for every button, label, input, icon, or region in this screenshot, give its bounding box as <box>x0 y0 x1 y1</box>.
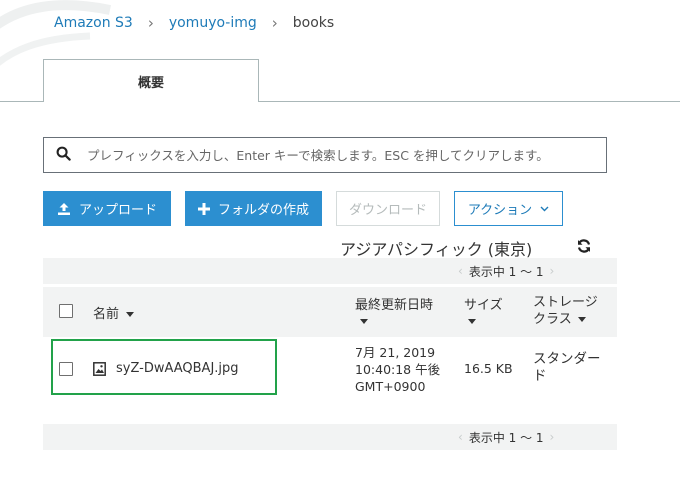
file-name-link[interactable]: syZ-DwAAQBAJ.jpg <box>116 361 239 376</box>
column-name-header[interactable]: 名前 <box>93 303 135 322</box>
breadcrumb-bucket[interactable]: yomuyo-img <box>169 15 257 31</box>
actions-label: アクション <box>467 203 533 218</box>
pager-prev-button[interactable]: ‹ <box>458 430 463 444</box>
size-cell: 16.5 KB <box>464 361 513 376</box>
pager-prev-button[interactable]: ‹ <box>458 264 463 278</box>
tab-overview[interactable]: 概要 <box>43 59 259 102</box>
image-file-icon <box>93 361 106 376</box>
breadcrumb-current-folder: books <box>292 15 335 31</box>
pager-bottom: ‹ 表示中 1 ～ 1 › <box>43 424 617 450</box>
breadcrumb: Amazon S3 › yomuyo-img › books <box>54 14 334 32</box>
search-icon <box>56 146 71 165</box>
sort-caret-icon <box>360 319 368 324</box>
table-row: syZ-DwAAQBAJ.jpg 7月 21, 2019 10:40:18 午後… <box>43 337 617 399</box>
column-size-header[interactable]: サイズ <box>464 294 503 328</box>
column-storage-class-header[interactable]: ストレージ クラス <box>533 294 598 328</box>
column-storage-class-label-line1: ストレージ <box>533 295 598 310</box>
breadcrumb-amazon-s3[interactable]: Amazon S3 <box>54 15 133 31</box>
breadcrumb-separator: › <box>271 14 278 32</box>
search-input[interactable] <box>85 146 606 164</box>
plus-icon <box>197 202 210 215</box>
upload-icon <box>57 202 71 216</box>
last-modified-time: 10:40:18 午後 <box>355 362 441 377</box>
create-folder-button[interactable]: フォルダの作成 <box>185 191 322 226</box>
column-storage-class-label-line2: クラス <box>533 312 572 327</box>
download-label: ダウンロード <box>348 203 427 218</box>
table-header: 名前 最終更新日時 サイズ ストレージ クラス <box>43 287 617 337</box>
pager-text: 表示中 1 ～ 1 <box>468 264 544 279</box>
sort-caret-icon <box>468 319 476 324</box>
pager-text: 表示中 1 ～ 1 <box>468 430 544 445</box>
sort-caret-icon <box>126 312 135 317</box>
select-all-checkbox[interactable] <box>59 304 73 318</box>
upload-label: アップロード <box>78 203 157 218</box>
breadcrumb-separator: › <box>147 14 154 32</box>
last-modified-cell: 7月 21, 2019 10:40:18 午後 GMT+0900 <box>355 344 440 395</box>
search-box <box>43 137 607 173</box>
pager-top: ‹ 表示中 1 ～ 1 › <box>43 258 617 284</box>
column-size-label: サイズ <box>464 298 503 313</box>
column-last-modified-header[interactable]: 最終更新日時 <box>355 294 433 328</box>
last-modified-timezone: GMT+0900 <box>355 379 426 394</box>
row-checkbox[interactable] <box>59 362 73 376</box>
chevron-down-icon <box>540 206 549 212</box>
column-name-label: 名前 <box>93 307 120 322</box>
refresh-icon[interactable] <box>576 238 592 258</box>
file-name-cell[interactable]: syZ-DwAAQBAJ.jpg <box>93 361 239 376</box>
pager-next-button[interactable]: › <box>550 430 555 444</box>
storage-class-cell: スタンダー ド <box>533 351 601 385</box>
sort-caret-icon <box>577 317 586 322</box>
storage-class-line1: スタンダー <box>533 351 601 367</box>
storage-class-line2: ド <box>533 368 547 384</box>
upload-button[interactable]: アップロード <box>43 191 171 226</box>
pager-next-button[interactable]: › <box>550 264 555 278</box>
column-last-modified-label: 最終更新日時 <box>355 298 434 313</box>
download-button[interactable]: ダウンロード <box>336 191 440 226</box>
create-folder-label: フォルダの作成 <box>217 203 309 218</box>
last-modified-date: 7月 21, 2019 <box>355 345 436 360</box>
region-label: アジアパシフィック (東京) <box>340 240 533 259</box>
actions-dropdown-button[interactable]: アクション <box>454 191 563 226</box>
